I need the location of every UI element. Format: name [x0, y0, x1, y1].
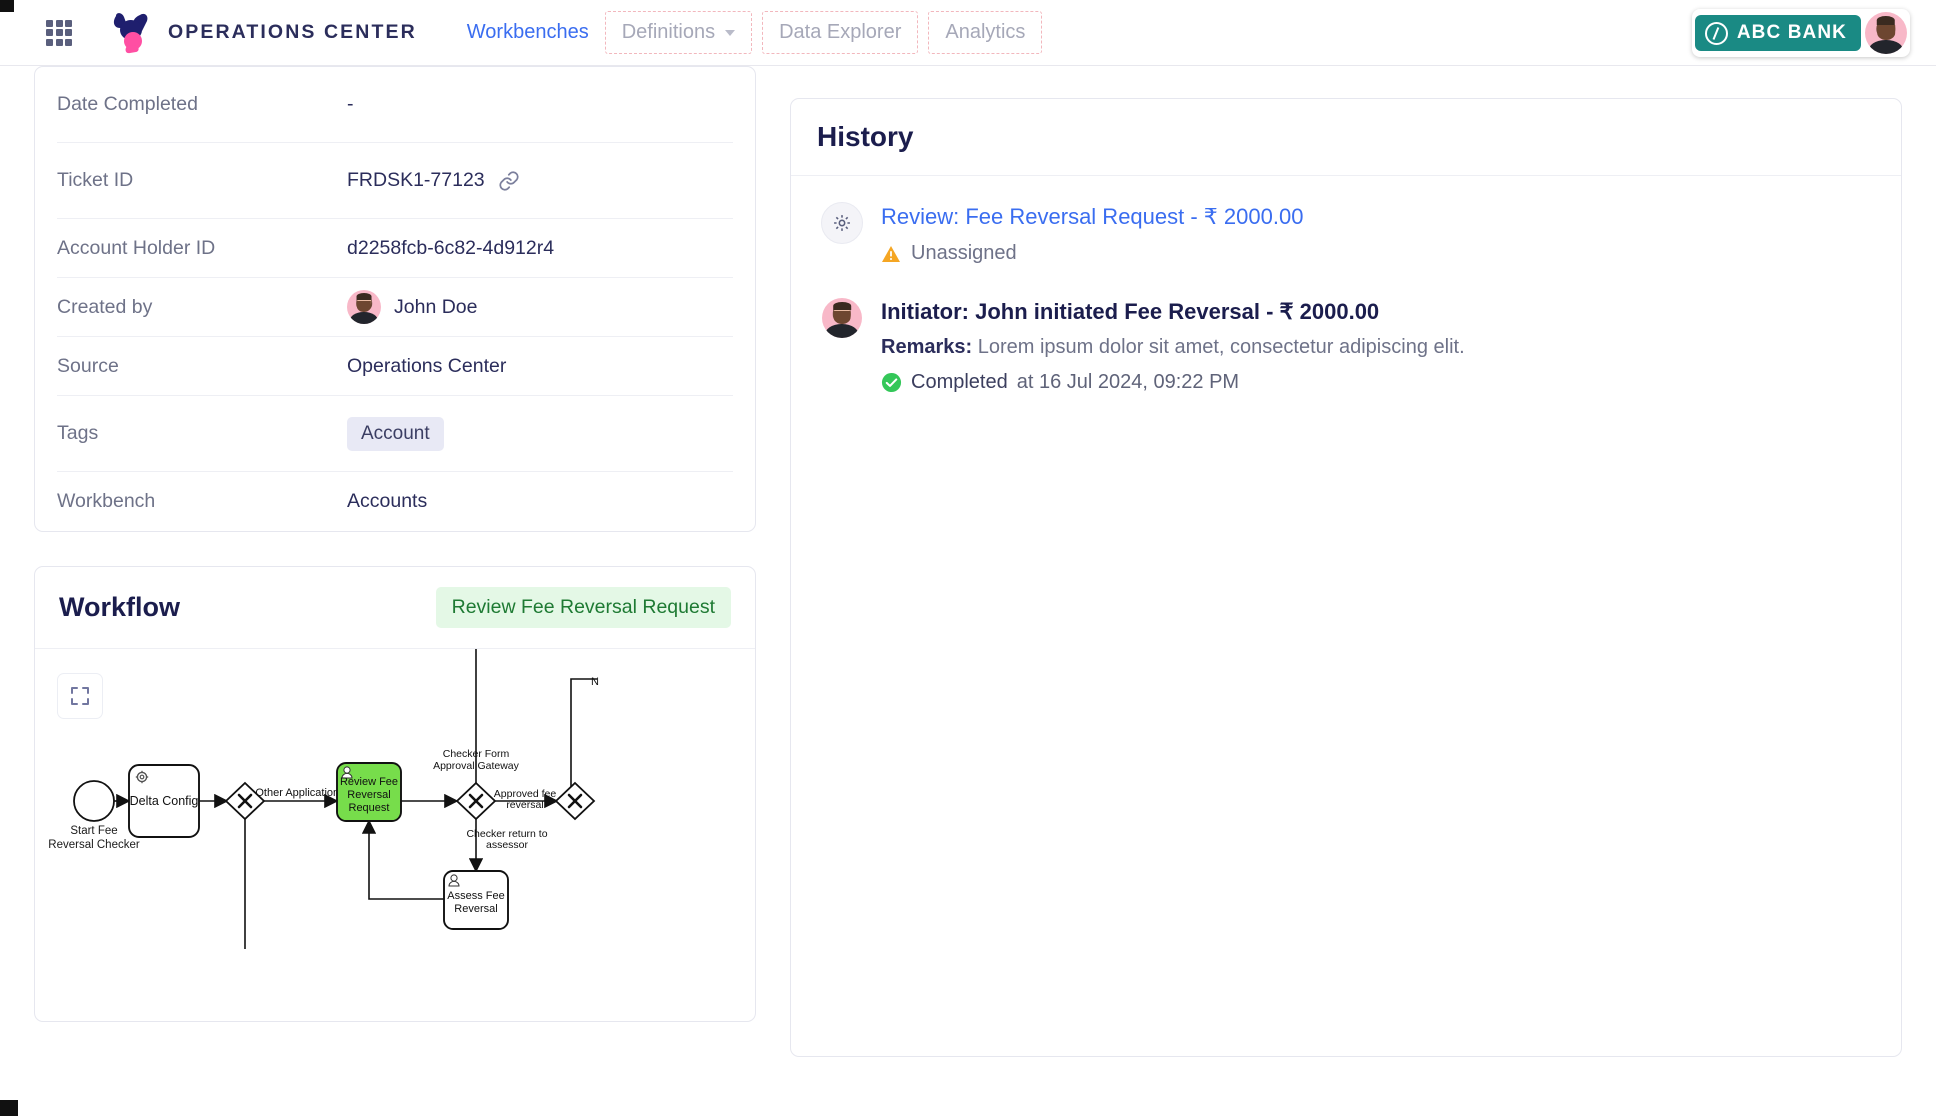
workflow-diagram-canvas[interactable]: Start Fee Reversal Checker Delta Config	[35, 649, 755, 1021]
page-content: Date Completed - Ticket ID FRDSK1-77123	[0, 66, 1936, 1116]
nav-item-definitions[interactable]: Definitions	[604, 11, 753, 54]
history-entry-title: Initiator: John initiated Fee Reversal -…	[881, 299, 1380, 324]
bpmn-assess-label-2: Reversal	[454, 903, 497, 915]
bpmn-review-label-3: Request	[349, 802, 390, 814]
history-entry: Review: Fee Reversal Request - ₹ 2000.00…	[821, 202, 1871, 265]
detail-value: John Doe	[394, 295, 478, 318]
bpmn-start-label-1: Start Fee	[70, 825, 117, 837]
link-icon[interactable]	[498, 170, 520, 192]
chevron-down-icon	[725, 29, 736, 36]
workflow-current-step-badge: Review Fee Reversal Request	[435, 587, 731, 628]
bpmn-gateway-2-label-1: Checker Form	[443, 748, 510, 760]
history-header: History	[791, 99, 1901, 176]
detail-label: Tags	[57, 422, 99, 444]
top-navigation-bar: OPERATIONS CENTER Workbenches Definition…	[0, 0, 1936, 66]
detail-value: Operations Center	[347, 354, 507, 377]
bpmn-gateway-2	[455, 781, 497, 821]
bpmn-task-delta-config-label: Delta Config	[130, 794, 199, 808]
avatar	[347, 290, 381, 324]
detail-label: Date Completed	[57, 93, 198, 115]
workflow-title: Workflow	[59, 592, 180, 622]
bpmn-gateway-2-label-2: Approval Gateway	[433, 760, 520, 772]
check-circle-icon	[881, 372, 902, 393]
detail-label: Workbench	[57, 490, 156, 512]
bank-account-switcher[interactable]: ABC BANK	[1691, 9, 1910, 57]
detail-value: -	[347, 93, 354, 115]
detail-row-ticket-id: Ticket ID FRDSK1-77123	[57, 143, 733, 219]
history-entry-remarks: Remarks: Lorem ipsum dolor sit amet, con…	[881, 336, 1465, 359]
bpmn-gateway-3	[554, 781, 596, 821]
nav-item-workbenches[interactable]: Workbenches	[461, 11, 595, 54]
history-entry-completed: Completed at 16 Jul 2024, 09:22 PM	[881, 371, 1465, 394]
history-entry-remarks-text: Lorem ipsum dolor sit amet, consectetur …	[977, 336, 1465, 358]
detail-value: d2258fcb-6c82-4d912r4	[347, 236, 555, 259]
gear-icon	[821, 202, 863, 244]
detail-row-source: Source Operations Center	[57, 337, 733, 396]
corner-marker	[0, 0, 14, 12]
detail-value-wrap: John Doe	[347, 290, 477, 324]
detail-row-created-by: Created by John Doe	[57, 278, 733, 337]
detail-row-date-completed: Date Completed -	[57, 67, 733, 143]
detail-value: FRDSK1-77123	[347, 169, 485, 191]
history-title: History	[817, 121, 914, 152]
detail-label: Created by	[57, 295, 153, 318]
bpmn-edge-return-2: assessor	[486, 839, 529, 851]
nav-item-data-explorer-label: Data Explorer	[779, 21, 902, 43]
history-entry: Initiator: John initiated Fee Reversal -…	[821, 297, 1871, 394]
detail-value-wrap: Account	[347, 416, 444, 451]
bpmn-review-label-1: Review Fee	[340, 776, 398, 788]
history-entry-completed-label: Completed	[911, 371, 1008, 393]
operations-center-logo-icon	[110, 12, 156, 54]
bank-name: ABC BANK	[1736, 22, 1847, 43]
history-entry-status-label: Unassigned	[911, 242, 1017, 264]
history-entry-content: Review: Fee Reversal Request - ₹ 2000.00…	[881, 202, 1303, 265]
user-avatar[interactable]	[1865, 12, 1907, 54]
detail-row-account-holder-id: Account Holder ID d2258fcb-6c82-4d912r4	[57, 219, 733, 278]
right-column: History Review: Fee Reversal Request - ₹…	[790, 98, 1902, 1057]
bpmn-start-event	[73, 780, 115, 822]
avatar-image	[822, 298, 862, 338]
history-card: History Review: Fee Reversal Request - ₹…	[790, 98, 1902, 1057]
apps-grid-icon[interactable]	[46, 19, 72, 46]
warning-triangle-icon	[881, 245, 901, 263]
detail-label: Account Holder ID	[57, 236, 216, 259]
nav-item-analytics[interactable]: Analytics	[928, 11, 1043, 54]
corner-marker-bottom	[0, 1100, 18, 1116]
detail-label: Source	[57, 354, 119, 377]
workflow-card: Workflow Review Fee Reversal Request Sta…	[34, 566, 756, 1022]
detail-value-wrap: FRDSK1-77123	[347, 169, 520, 192]
history-entry-status: Unassigned	[881, 242, 1303, 265]
history-entry-completed-time: at 16 Jul 2024, 09:22 PM	[1016, 371, 1240, 393]
bpmn-edge-other-applications: Other Applications	[255, 787, 345, 799]
brand[interactable]: OPERATIONS CENTER	[110, 12, 417, 54]
detail-value: Accounts	[347, 490, 428, 512]
bpmn-edge-n: N	[591, 676, 599, 688]
ticket-details-card: Date Completed - Ticket ID FRDSK1-77123	[34, 66, 756, 532]
avatar	[821, 297, 863, 339]
bpmn-review-label-2: Reversal	[347, 789, 390, 801]
history-entry-remarks-label: Remarks:	[881, 336, 973, 358]
nav-item-data-explorer[interactable]: Data Explorer	[762, 11, 919, 54]
nav-item-analytics-label: Analytics	[945, 21, 1026, 43]
brand-title: OPERATIONS CENTER	[168, 21, 417, 43]
bpmn-start-label-2: Reversal Checker	[48, 839, 140, 851]
detail-row-workbench: Workbench Accounts	[57, 472, 733, 531]
bpmn-edge-approved-2: reversal	[506, 799, 543, 811]
bpmn-diagram: Start Fee Reversal Checker Delta Config	[48, 649, 599, 949]
nav-item-definitions-label: Definitions	[621, 21, 716, 43]
history-list: Review: Fee Reversal Request - ₹ 2000.00…	[791, 176, 1901, 1056]
left-column: Date Completed - Ticket ID FRDSK1-77123	[34, 66, 756, 1022]
bank-badge[interactable]: ABC BANK	[1694, 15, 1861, 51]
history-entry-content: Initiator: John initiated Fee Reversal -…	[881, 297, 1465, 394]
bank-logo-icon	[1704, 21, 1728, 45]
workflow-header: Workflow Review Fee Reversal Request	[35, 567, 755, 649]
detail-row-tags: Tags Account	[57, 396, 733, 472]
bpmn-assess-label-1: Assess Fee	[447, 890, 504, 902]
main-nav: Workbenches Definitions Data Explorer An…	[461, 11, 1043, 54]
tag-chip[interactable]: Account	[347, 416, 444, 451]
detail-label: Ticket ID	[57, 169, 134, 191]
history-entry-title[interactable]: Review: Fee Reversal Request - ₹ 2000.00	[881, 204, 1303, 230]
